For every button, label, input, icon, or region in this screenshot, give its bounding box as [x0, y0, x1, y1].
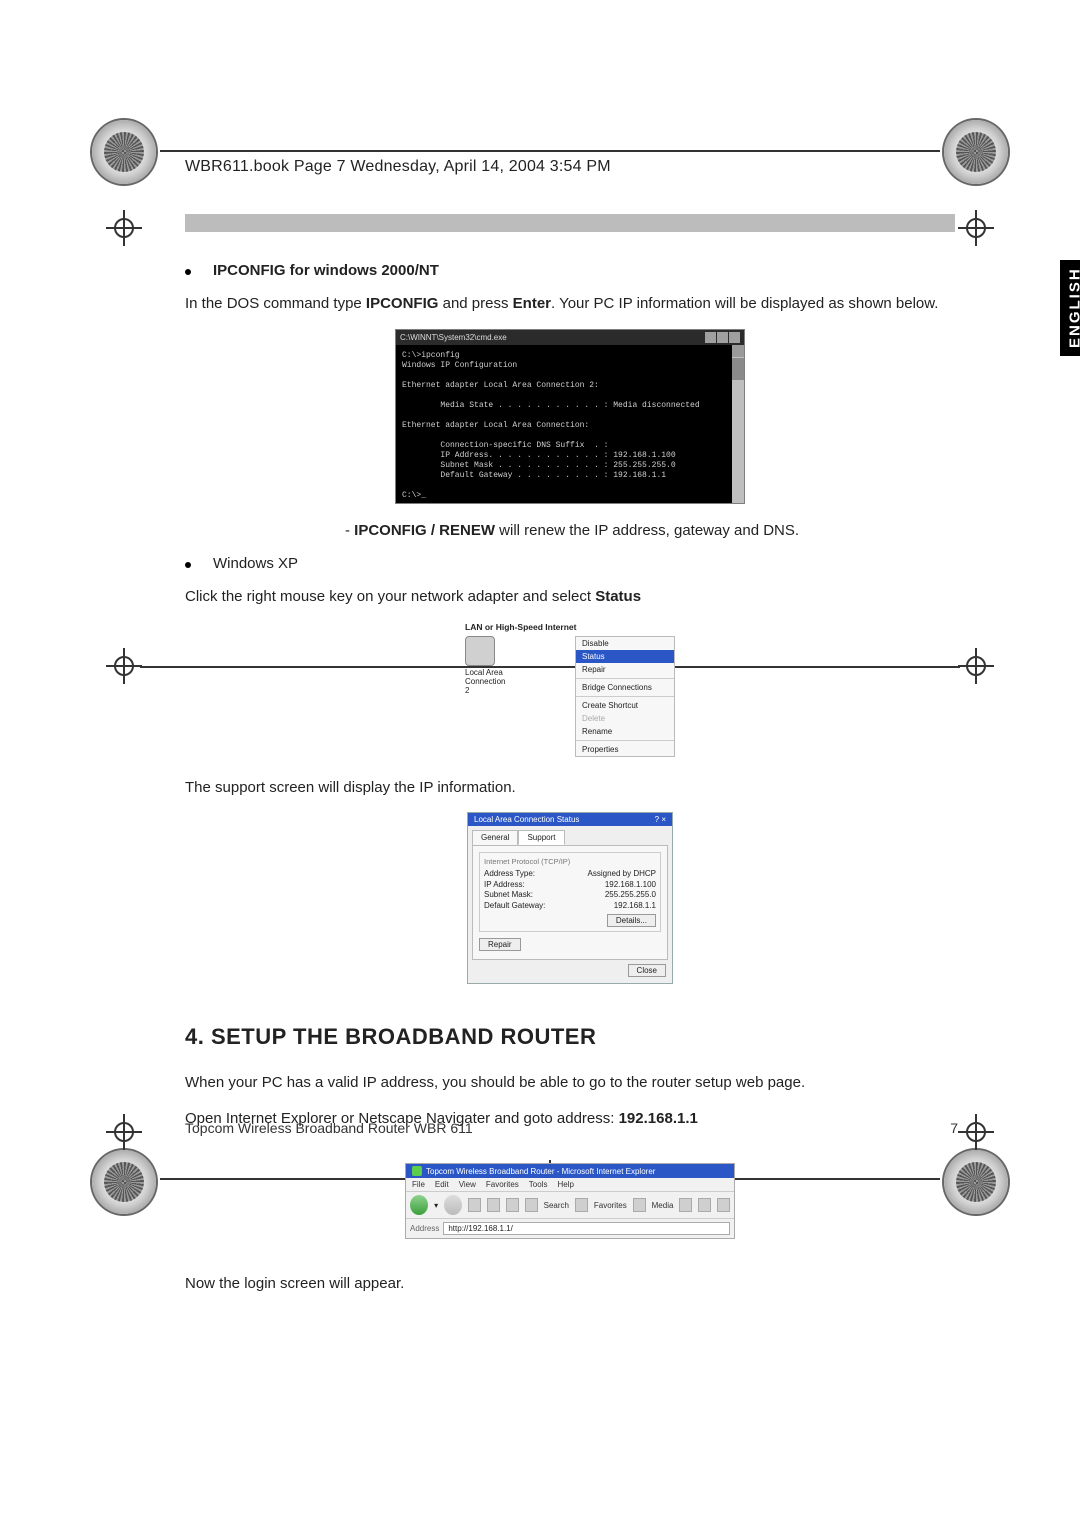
footer-left: Topcom Wireless Broadband Router WBR 611 [185, 1120, 473, 1136]
crop-line-top [160, 150, 940, 152]
reg-mark-left-bot [106, 1114, 142, 1150]
reg-mark-left-mid [106, 648, 142, 684]
home-icon [506, 1198, 519, 1212]
menu-help: Help [557, 1180, 573, 1189]
reg-mark-left-top [106, 210, 142, 246]
cmd-window: C:\WINNT\System32\cmd.exe C:\>ipconfig W… [395, 329, 745, 504]
section4-p1: When your PC has a valid IP address, you… [185, 1072, 955, 1094]
ie-window: Topcom Wireless Broadband Router - Micro… [405, 1163, 735, 1239]
footer-page-number: 7 [950, 1120, 958, 1136]
page-header: WBR611.book Page 7 Wednesday, April 14, … [185, 158, 955, 176]
kv-addr-type-k: Address Type: [484, 869, 535, 878]
menu-item-status: Status [576, 650, 674, 663]
cmd-body: C:\>ipconfig Windows IP Configuration Et… [396, 345, 744, 503]
bullet-icon [185, 269, 191, 275]
favorites-icon [575, 1198, 588, 1212]
reg-mark-right-mid [958, 648, 994, 684]
winxp-bullet: Windows XP [213, 555, 298, 572]
max-icon [717, 332, 728, 343]
winxp-instruction: Click the right mouse key on your networ… [185, 586, 955, 608]
kv-gw-k: Default Gateway: [484, 901, 545, 910]
menu-item-shortcut: Create Shortcut [576, 699, 674, 712]
ie-menubar: File Edit View Favorites Tools Help [406, 1178, 734, 1191]
details-button: Details... [607, 914, 656, 927]
search-icon [525, 1198, 538, 1212]
kv-mask-v: 255.255.255.0 [605, 890, 656, 899]
crop-circle-bl [92, 1150, 156, 1214]
kv-addr-type-v: Assigned by DHCP [588, 869, 656, 878]
network-adapter-icon [465, 636, 495, 666]
section-title: Internet Protocol (TCP/IP) [484, 857, 656, 866]
ie-addressbar: Address http://192.168.1.1/ [406, 1218, 734, 1238]
ctx-title: LAN or High-Speed Internet [465, 622, 675, 632]
crop-circle-tl [92, 120, 156, 184]
close-icon [729, 332, 740, 343]
menu-item-rename: Rename [576, 725, 674, 738]
status-titlebar: Local Area Connection Status ? × [468, 813, 672, 826]
context-menu: Disable Status Repair Bridge Connections… [575, 636, 675, 757]
back-icon [410, 1195, 428, 1215]
kv-ip-k: IP Address: [484, 880, 525, 889]
kv-ip-v: 192.168.1.100 [605, 880, 656, 889]
menu-tools: Tools [529, 1180, 548, 1189]
status-dialog: Local Area Connection Status ? × General… [467, 812, 673, 984]
menu-item-delete: Delete [576, 712, 674, 725]
ie-titlebar: Topcom Wireless Broadband Router - Micro… [406, 1164, 734, 1178]
ie-toolbar: ▾ Search Favorites Media [406, 1191, 734, 1218]
address-value: http://192.168.1.1/ [443, 1222, 730, 1235]
scrollbar [732, 345, 744, 503]
section-4-title: 4. SETUP THE BROADBAND ROUTER [185, 1024, 955, 1050]
support-line: The support screen will display the IP i… [185, 777, 955, 799]
adapter-label: Local Area Connection 2 [465, 668, 505, 695]
header-bar [185, 214, 955, 232]
kv-mask-k: Subnet Mask: [484, 890, 533, 899]
dialog-buttons-icon: ? × [655, 815, 666, 824]
menu-item-bridge: Bridge Connections [576, 681, 674, 694]
reg-mark-right-bot [958, 1114, 994, 1150]
print-icon [717, 1198, 730, 1212]
tab-general: General [472, 830, 518, 845]
reg-mark-right-top [958, 210, 994, 246]
menu-item-repair: Repair [576, 663, 674, 676]
cmd-titlebar: C:\WINNT\System32\cmd.exe [396, 330, 744, 345]
menu-edit: Edit [435, 1180, 449, 1189]
ipconfig-heading: IPCONFIG for windows 2000/NT [213, 262, 439, 279]
bullet-icon [185, 562, 191, 568]
media-icon [633, 1198, 646, 1212]
repair-button: Repair [479, 938, 521, 951]
ie-logo-icon [412, 1166, 422, 1176]
address-label: Address [410, 1224, 439, 1233]
cmd-title-text: C:\WINNT\System32\cmd.exe [400, 333, 507, 342]
kv-gw-v: 192.168.1.1 [614, 901, 656, 910]
mail-icon [698, 1198, 711, 1212]
close-button: Close [628, 964, 666, 977]
language-tab: ENGLISH [1060, 260, 1080, 356]
menu-view: View [459, 1180, 476, 1189]
min-icon [705, 332, 716, 343]
ipconfig-paragraph: In the DOS command type IPCONFIG and pre… [185, 293, 955, 315]
context-menu-figure: LAN or High-Speed Internet Local Area Co… [465, 622, 675, 757]
stop-icon [468, 1198, 481, 1212]
menu-favorites: Favorites [486, 1180, 519, 1189]
menu-item-disable: Disable [576, 637, 674, 650]
refresh-icon [487, 1198, 500, 1212]
login-line: Now the login screen will appear. [185, 1273, 955, 1295]
tab-support: Support [518, 830, 564, 845]
renew-line: - IPCONFIG / RENEW will renew the IP add… [185, 522, 955, 539]
menu-file: File [412, 1180, 425, 1189]
forward-icon [444, 1195, 462, 1215]
menu-item-properties: Properties [576, 743, 674, 756]
history-icon [679, 1198, 692, 1212]
